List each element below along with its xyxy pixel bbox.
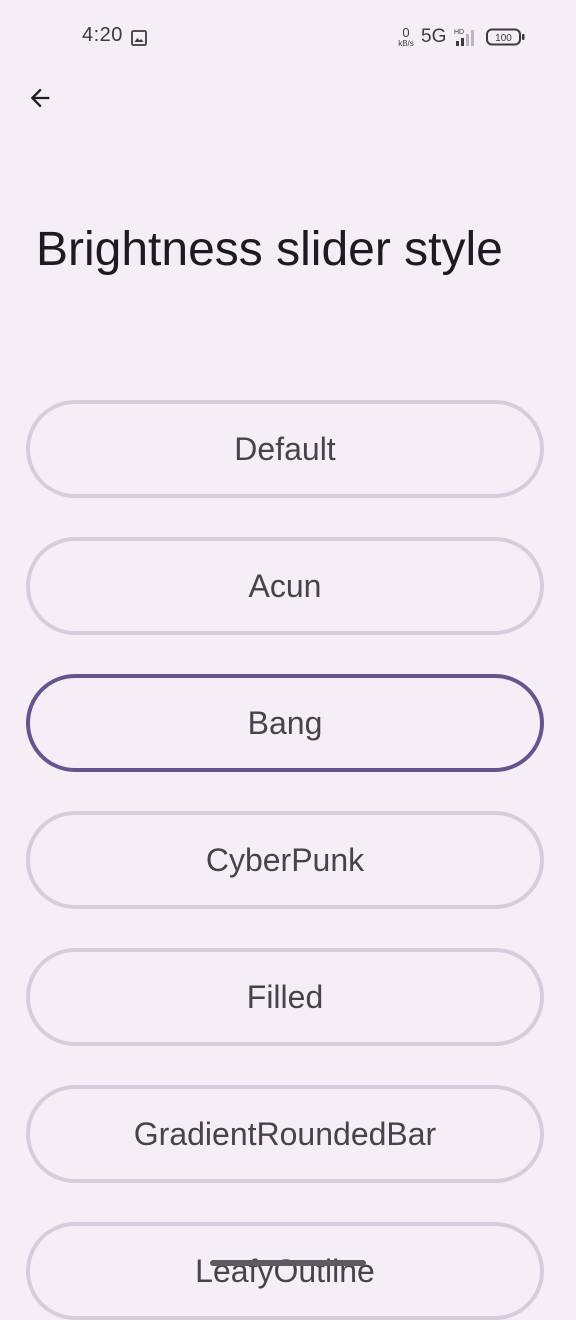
option-gradient-rounded-bar[interactable]: GradientRoundedBar	[26, 1085, 544, 1183]
option-acun[interactable]: Acun	[26, 537, 544, 635]
option-label: CyberPunk	[205, 841, 365, 878]
option-filled[interactable]: Filled	[26, 948, 544, 1046]
option-default[interactable]: Default	[26, 400, 544, 498]
option-leafy-outline[interactable]: LeafyOutline	[26, 1222, 544, 1320]
option-label: Acun	[248, 567, 322, 604]
option-cyberpunk[interactable]: CyberPunk	[26, 811, 544, 909]
option-label: Filled	[246, 978, 324, 1015]
option-label: LeafyOutline	[195, 1252, 375, 1289]
option-label: Bang	[247, 704, 323, 741]
option-list: Default Acun Bang CyberPunk Filled Gradi…	[0, 0, 576, 1320]
option-label: GradientRoundedBar	[133, 1115, 437, 1152]
option-label: Default	[234, 430, 336, 467]
option-bang[interactable]: Bang	[26, 674, 544, 772]
gesture-nav-handle[interactable]	[210, 1260, 366, 1266]
